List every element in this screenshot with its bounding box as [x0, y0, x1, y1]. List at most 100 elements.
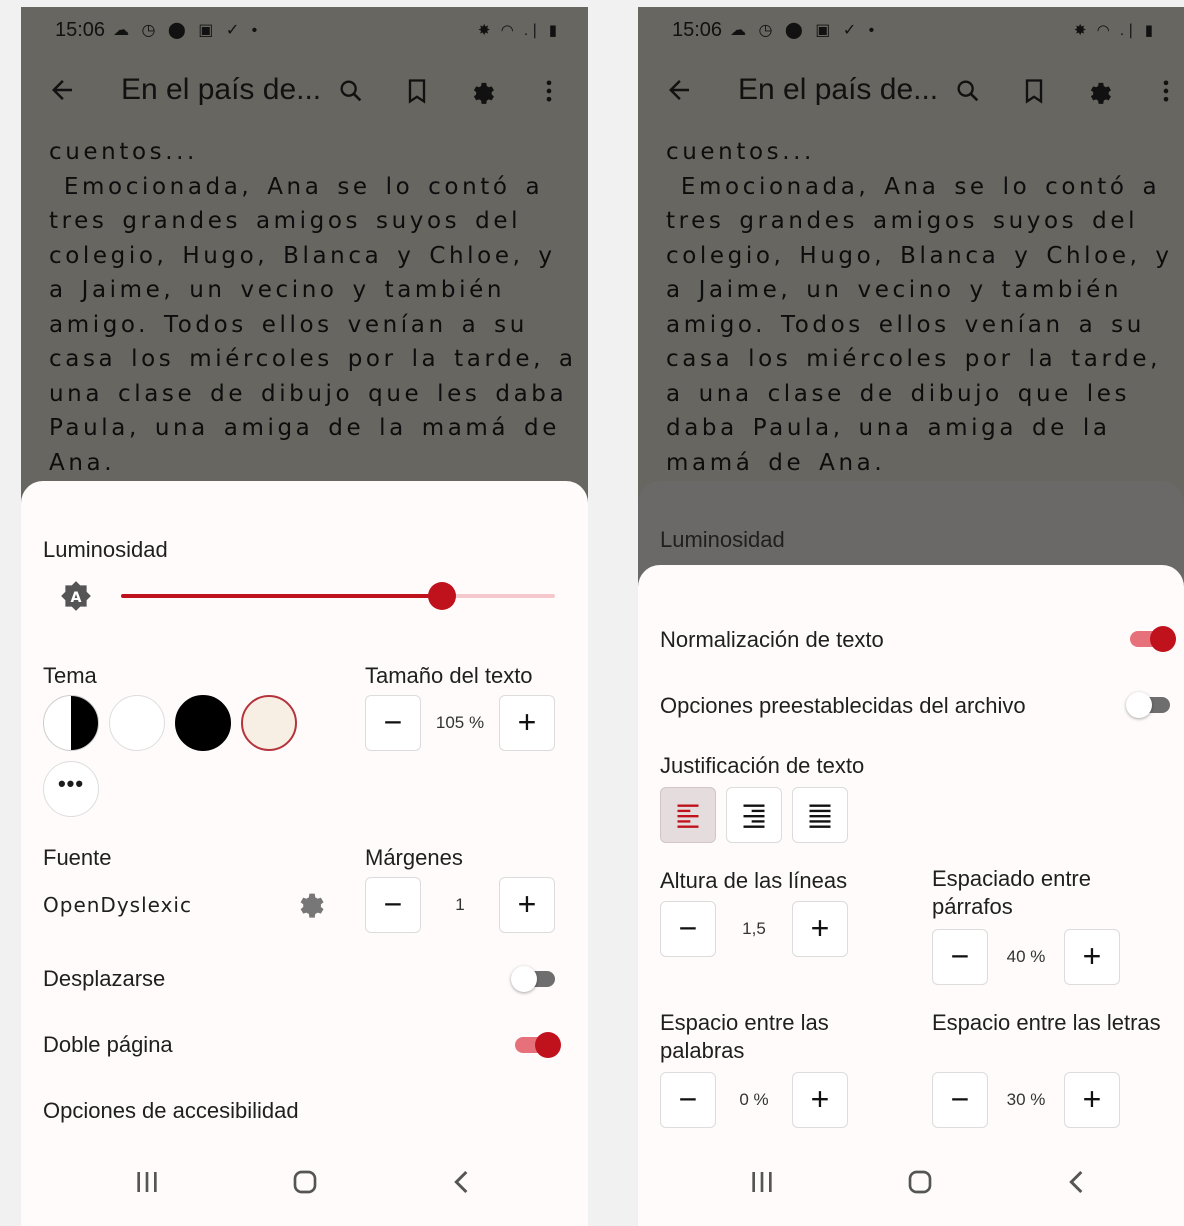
reader-toolbar: En el país de... [638, 65, 1184, 117]
text-justification-label: Justificación de texto [660, 753, 865, 778]
publisher-defaults-toggle[interactable] [1126, 692, 1172, 718]
margins-label: Márgenes [365, 845, 463, 870]
paragraph-spacing-decrease-button[interactable]: − [932, 929, 988, 985]
text-normalization-toggle[interactable] [1126, 626, 1176, 652]
font-settings-gear-icon[interactable] [295, 887, 327, 919]
line-height-stepper: − 1,5 + [660, 901, 848, 957]
notification-icons: ☁ ◷ ⬤ ▣ ✓ • [113, 22, 262, 39]
text-size-value: 105 % [435, 713, 485, 732]
svg-text:A: A [71, 590, 82, 606]
theme-label: Tema [43, 663, 97, 688]
theme-white-swatch[interactable] [109, 695, 165, 751]
status-time: 15:06 [672, 18, 723, 41]
text-size-stepper: − 105 % + [365, 695, 555, 751]
auto-brightness-icon[interactable]: A [59, 579, 93, 613]
reading-settings-sheet: Luminosidad A Tema ••• Tamaño del texto … [21, 481, 588, 1226]
line-height-label: Altura de las líneas [660, 868, 848, 893]
bookmark-icon[interactable] [1020, 77, 1048, 105]
notification-icons: ☁ ◷ ⬤ ▣ ✓ • [730, 22, 879, 39]
status-bar: 15:06 ☁ ◷ ⬤ ▣ ✓ • ✸ ◠ .∣ ▮ [672, 17, 1156, 43]
settings-gear-icon[interactable] [469, 77, 497, 105]
theme-auto-swatch[interactable] [43, 695, 99, 751]
settings-gear-icon[interactable] [1086, 77, 1114, 105]
theme-sepia-swatch[interactable] [241, 695, 297, 751]
home-icon[interactable] [285, 1162, 325, 1202]
word-spacing-stepper: − 0 % + [660, 1072, 848, 1128]
home-icon[interactable] [900, 1162, 940, 1202]
letter-spacing-stepper: − 30 % + [932, 1072, 1120, 1128]
back-arrow-icon[interactable] [47, 75, 77, 105]
justify-icon [809, 804, 831, 828]
book-page-text: cuentos... Emocionada, Ana se lo contó a… [666, 139, 1173, 476]
back-nav-icon[interactable] [443, 1162, 483, 1202]
status-time: 15:06 [55, 18, 106, 41]
align-right-icon [743, 804, 765, 828]
book-title: En el país de... [738, 73, 939, 106]
font-value[interactable]: OpenDyslexic [43, 893, 192, 917]
scroll-toggle[interactable] [511, 966, 557, 992]
paragraph-spacing-value: 40 % [1006, 947, 1046, 966]
margins-value: 1 [455, 895, 465, 914]
paragraph-spacing-stepper: − 40 % + [932, 929, 1120, 985]
line-height-value: 1,5 [742, 919, 766, 938]
text-size-label: Tamaño del texto [365, 663, 533, 688]
back-arrow-icon[interactable] [664, 75, 694, 105]
accessibility-settings-sheet: Normalización de texto Opciones preestab… [638, 565, 1184, 1226]
recent-apps-icon[interactable] [127, 1162, 167, 1202]
system-nav-bar [21, 1146, 588, 1226]
text-size-decrease-button[interactable]: − [365, 695, 421, 751]
book-title: En el país de... [121, 73, 322, 106]
text-normalization-label: Normalización de texto [660, 627, 884, 652]
scroll-label: Desplazarse [43, 966, 166, 991]
overflow-menu-icon[interactable] [1152, 77, 1180, 105]
letter-spacing-decrease-button[interactable]: − [932, 1072, 988, 1128]
double-page-toggle[interactable] [511, 1032, 561, 1058]
phone-screen-right: 15:06 ☁ ◷ ⬤ ▣ ✓ • ✸ ◠ .∣ ▮ En el país de… [638, 7, 1184, 1226]
brightness-label-dimmed: Luminosidad [660, 527, 785, 552]
system-nav-bar [638, 1146, 1184, 1226]
reader-toolbar: En el país de... [21, 65, 588, 117]
align-right-button[interactable] [726, 787, 782, 843]
publisher-defaults-label: Opciones preestablecidas del archivo [660, 693, 1026, 718]
word-spacing-decrease-button[interactable]: − [660, 1072, 716, 1128]
system-status-icons: ✸ ◠ .∣ ▮ [1073, 22, 1156, 39]
margins-stepper: − 1 + [365, 877, 555, 933]
paragraph-spacing-label: Espaciado entre párrafos [932, 866, 1091, 919]
status-bar: 15:06 ☁ ◷ ⬤ ▣ ✓ • ✸ ◠ .∣ ▮ [55, 17, 560, 43]
brightness-slider[interactable] [121, 582, 555, 610]
align-left-icon [677, 804, 699, 828]
letter-spacing-increase-button[interactable]: + [1064, 1072, 1120, 1128]
word-spacing-label: Espacio entre las palabras [660, 1010, 829, 1063]
accessibility-options-link[interactable]: Opciones de accesibilidad [43, 1098, 299, 1124]
reader-view: 15:06 ☁ ◷ ⬤ ▣ ✓ • ✸ ◠ .∣ ▮ En el país de… [638, 7, 1184, 507]
theme-black-swatch[interactable] [175, 695, 231, 751]
letter-spacing-label: Espacio entre las letras [932, 1010, 1161, 1035]
line-height-decrease-button[interactable]: − [660, 901, 716, 957]
double-page-label: Doble página [43, 1032, 173, 1057]
book-page-text: cuentos... Emocionada, Ana se lo contó a… [49, 139, 577, 476]
align-left-button[interactable] [660, 787, 716, 843]
brightness-slider-fill [121, 594, 443, 598]
back-nav-icon[interactable] [1058, 1162, 1098, 1202]
reader-view: 15:06 ☁ ◷ ⬤ ▣ ✓ • ✸ ◠ .∣ ▮ En el país de… [21, 7, 588, 507]
search-icon[interactable] [337, 77, 365, 105]
paragraph-spacing-increase-button[interactable]: + [1064, 929, 1120, 985]
bookmark-icon[interactable] [403, 77, 431, 105]
search-icon[interactable] [954, 77, 982, 105]
system-status-icons: ✸ ◠ .∣ ▮ [477, 22, 560, 39]
text-size-increase-button[interactable]: + [499, 695, 555, 751]
font-label: Fuente [43, 845, 112, 870]
brightness-label: Luminosidad [43, 537, 168, 562]
justify-button[interactable] [792, 787, 848, 843]
brightness-slider-thumb[interactable] [428, 582, 457, 610]
letter-spacing-value: 30 % [1006, 1090, 1046, 1109]
word-spacing-increase-button[interactable]: + [792, 1072, 848, 1128]
more-themes-icon[interactable]: ••• [43, 761, 99, 817]
margins-decrease-button[interactable]: − [365, 877, 421, 933]
overflow-menu-icon[interactable] [535, 77, 563, 105]
word-spacing-value: 0 % [739, 1090, 769, 1109]
phone-screen-left: 15:06 ☁ ◷ ⬤ ▣ ✓ • ✸ ◠ .∣ ▮ En el país de… [21, 7, 588, 1226]
line-height-increase-button[interactable]: + [792, 901, 848, 957]
recent-apps-icon[interactable] [742, 1162, 782, 1202]
margins-increase-button[interactable]: + [499, 877, 555, 933]
